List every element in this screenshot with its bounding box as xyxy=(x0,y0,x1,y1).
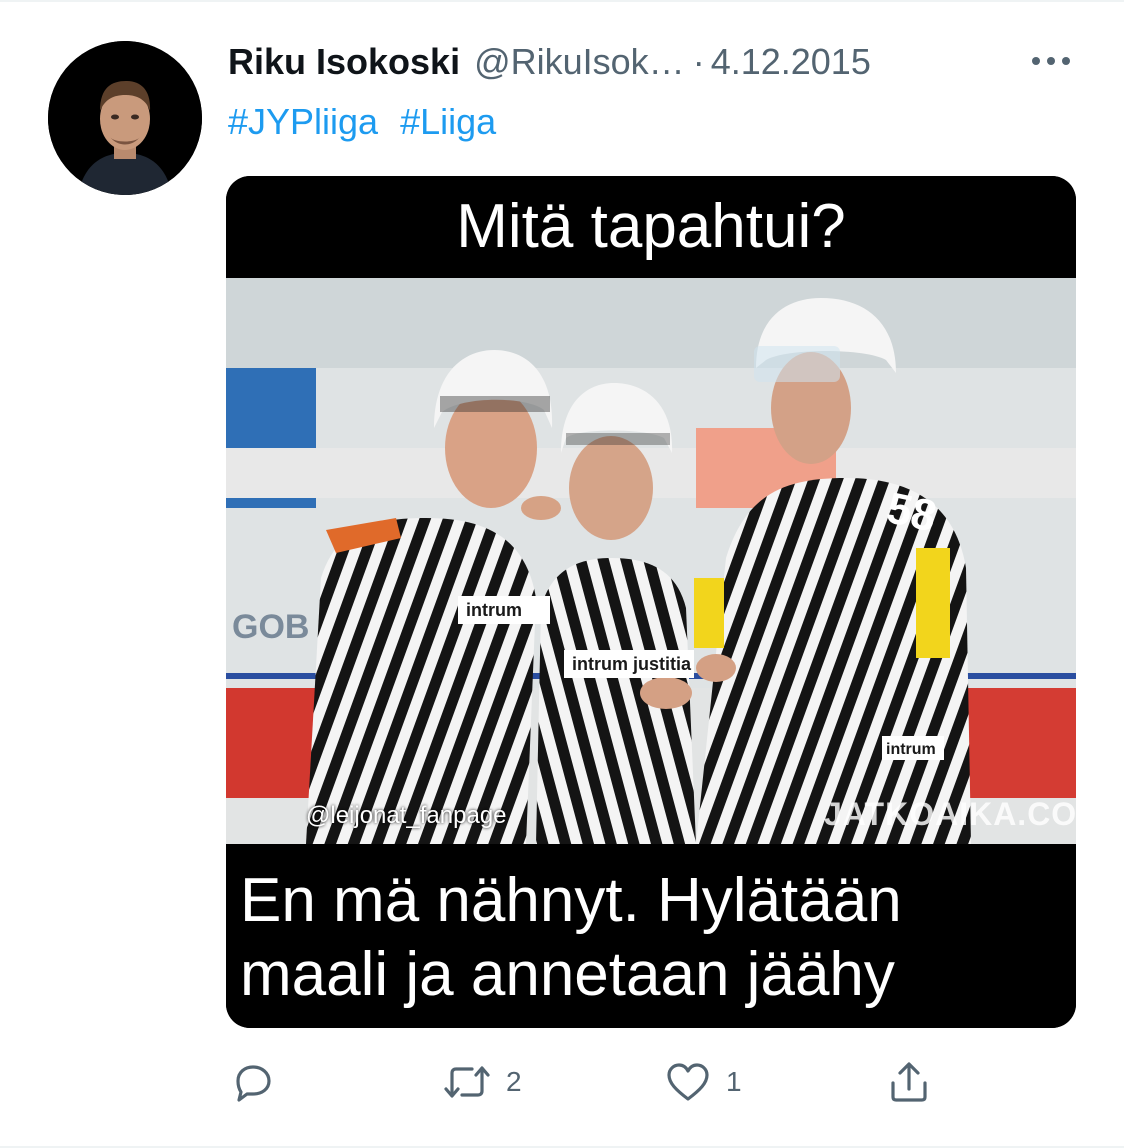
author-handle[interactable]: @RikuIsok… xyxy=(474,36,685,88)
bottom-caption-line-2: maali ja annetaan jäähy xyxy=(240,940,895,1009)
watermark-left: @leijonat_fanpage xyxy=(306,802,507,829)
share-button[interactable] xyxy=(886,1052,932,1112)
separator-dot: · xyxy=(692,41,705,82)
like-count: 1 xyxy=(726,1066,742,1097)
media-top-caption: Mitä tapahtui? xyxy=(226,176,1076,278)
tweet-actions: 2 1 xyxy=(226,1052,1076,1112)
sleeve-text-middle: intrum justitia xyxy=(572,654,692,674)
heart-icon xyxy=(664,1059,712,1105)
tweet-text: #JYPliiga #Liiga xyxy=(228,96,508,148)
tweet-media-image[interactable]: Mitä tapahtui? GOB 58 intrum intrum just… xyxy=(226,176,1076,1028)
like-button[interactable]: 1 xyxy=(664,1052,742,1112)
watermark-right: JATKOAIKA.COM xyxy=(824,796,1076,832)
tweet-header: Riku Isokoski @RikuIsok… · 4.12.2015 xyxy=(228,36,1078,88)
sleeve-text-left: intrum xyxy=(466,600,522,620)
jersey-number: 58 xyxy=(882,483,940,541)
hashtag-liiga[interactable]: #Liiga xyxy=(400,101,496,142)
bottom-caption-line-1: En mä nähnyt. Hylätään xyxy=(240,866,902,935)
more-options-icon[interactable] xyxy=(1028,46,1074,76)
reply-icon xyxy=(230,1059,276,1105)
retweet-button[interactable]: 2 xyxy=(442,1052,522,1112)
author-name[interactable]: Riku Isokoski xyxy=(228,36,460,88)
sleeve-text-right: intrum xyxy=(886,741,936,758)
top-divider xyxy=(0,0,1124,2)
media-bottom-caption: En mä nähnyt. Hylätään maali ja annetaan… xyxy=(226,844,1076,1028)
retweet-icon xyxy=(442,1059,492,1105)
share-icon xyxy=(886,1059,932,1105)
tweet-date[interactable]: 4.12.2015 xyxy=(711,36,871,88)
reply-button[interactable] xyxy=(230,1052,276,1112)
svg-text:GOB: GOB xyxy=(232,608,309,646)
retweet-count: 2 xyxy=(506,1066,522,1097)
avatar[interactable] xyxy=(48,41,202,195)
media-photo: GOB 58 intrum intrum justitia intrum @le… xyxy=(226,278,1076,844)
hashtag-jypliiga[interactable]: #JYPliiga xyxy=(228,101,378,142)
